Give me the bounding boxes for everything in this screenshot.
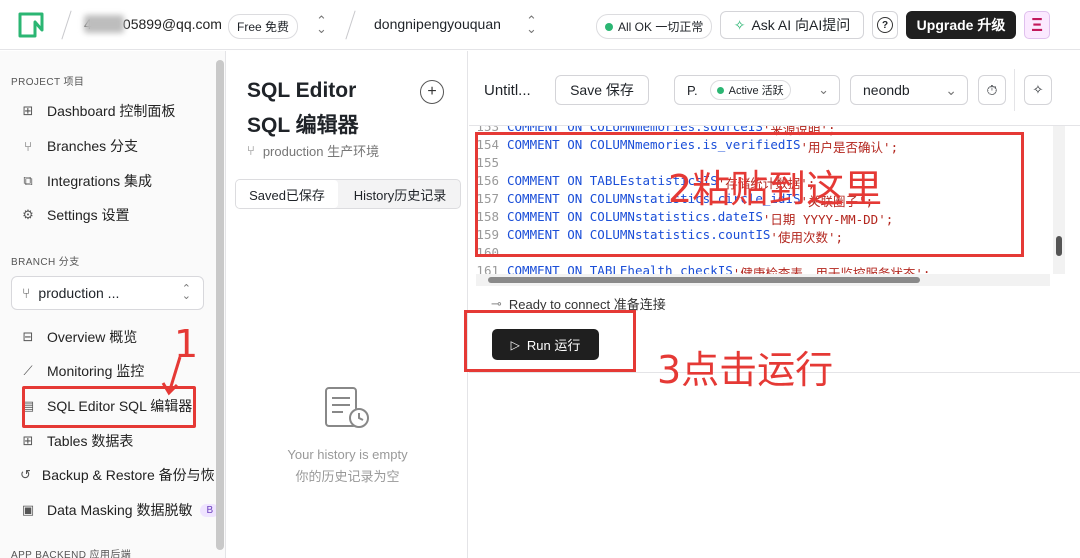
sidebar-item-overview[interactable]: ⊟ Overview 概览 [20, 324, 138, 350]
compute-status-badge: Active 活跃 [709, 80, 791, 100]
sidebar-scrollbar[interactable] [216, 60, 224, 550]
compute-status-label: Active 活跃 [728, 85, 784, 97]
sidebar-item-label: Branches 分支 [47, 138, 139, 154]
integrations-icon: ⧉ [23, 173, 33, 188]
database-select[interactable]: neondb ⌄ [850, 75, 968, 105]
user-avatar[interactable]: Ξ [1024, 11, 1050, 39]
code-keyword: IS [717, 263, 733, 274]
project-switch-icon[interactable]: ⌃ ⌄ [526, 14, 537, 35]
status-badge[interactable]: All OK 一切正常 [596, 14, 713, 39]
breadcrumb-divider [61, 10, 72, 40]
ask-ai-button[interactable]: ✧ Ask AI 向AI提问 [720, 11, 864, 39]
branch-icon: ⑂ [247, 143, 255, 158]
ai-assist-button[interactable]: ✧ [1024, 75, 1052, 105]
sidebar-item-dashboard[interactable]: ⊞ Dashboard 控制面板 [20, 98, 176, 124]
sidebar-item-tables[interactable]: ⊞ Tables 数据表 [20, 428, 134, 454]
history-empty-zh: 你的历史记录为空 [295, 469, 400, 484]
tab-saved[interactable]: Saved已保存 [236, 180, 338, 208]
branch-select[interactable]: ⑂ production ... ⌃ ⌄ [11, 276, 204, 310]
sidebar-item-data-masking[interactable]: ▣ Data Masking 数据脱敏 B [20, 497, 220, 523]
tab-history[interactable]: History历史记录 [339, 180, 461, 208]
backend-section-title: APP BACKEND 应用后端 [11, 550, 132, 558]
chevron-down-icon: ⌄ [818, 82, 829, 97]
table-icon: ⊞ [22, 433, 34, 448]
history-empty-en: Your history is empty [287, 447, 408, 462]
backup-icon: ↺ [20, 467, 31, 482]
sidebar-item-label: Dashboard 控制面板 [47, 103, 176, 119]
sidebar-item-label: Tables 数据表 [47, 433, 134, 449]
upgrade-button[interactable]: Upgrade 升级 [906, 11, 1016, 39]
code-identifier: health_check [627, 263, 718, 274]
scrollbar-thumb[interactable] [1056, 236, 1062, 256]
chevron-updown-icon: ⌃ ⌄ [181, 283, 191, 302]
timer-button[interactable]: ⏱ [978, 75, 1006, 105]
sidebar-item-label: Data Masking 数据脱敏 [47, 502, 193, 518]
status-dot-icon [605, 22, 613, 31]
branch-short: P. [687, 82, 698, 98]
help-icon: ? [877, 17, 893, 33]
help-button[interactable]: ? [872, 11, 898, 39]
annotation-step2: 2粘贴到这里 [668, 167, 883, 211]
annotation-box-run [464, 310, 636, 372]
page-title-zh: SQL 编辑器 [247, 114, 359, 137]
plan-badge: Free 免费 [228, 14, 299, 39]
project-section-title: PROJECT 项目 [11, 77, 85, 88]
code-line: 161 COMMENT ON TABLE health_check IS '健康检… [469, 263, 930, 274]
sparkle-icon: ✧ [1032, 82, 1044, 97]
plus-icon: + [427, 83, 437, 100]
chevron-down-icon: ⌄ [945, 81, 957, 98]
sidebar-item-branches[interactable]: ⑂ Branches 分支 [20, 133, 138, 159]
sidebar-item-label: Monitoring 监控 [47, 363, 145, 379]
branch-select-value: production ... [38, 285, 120, 301]
code-string: '健康检查表，用于监控服务状态'; [732, 266, 931, 274]
branch-icon: ⑂ [24, 138, 32, 154]
sidebar-item-label: Integrations 集成 [47, 173, 153, 189]
sidebar-item-settings[interactable]: ⚙ Settings 设置 [20, 202, 129, 228]
database-name: neondb [863, 82, 910, 98]
page-title: SQL Editor [247, 79, 357, 102]
branch-icon: ⑂ [22, 285, 31, 301]
sidebar-item-backup[interactable]: ↺ Backup & Restore 备份与恢 [20, 462, 214, 488]
sidebar: PROJECT 项目 ⊞ Dashboard 控制面板 ⑂ Branches 分支 … [0, 51, 226, 558]
branch-label: ⑂ production 生产环境 [247, 141, 379, 160]
dashboard-icon: ⊞ [22, 103, 34, 118]
branch-name: production 生产环境 [262, 144, 380, 159]
annotation-step3: 3点击运行 [657, 348, 834, 392]
branch-compute-select[interactable]: P. Active 活跃 ⌄ [674, 75, 840, 105]
sparkle-icon: ✧ [733, 16, 746, 33]
stopwatch-icon: ⏱ [986, 81, 998, 98]
saved-history-tabs: Saved已保存 History历史记录 [235, 179, 461, 209]
scrollbar-thumb[interactable] [488, 277, 920, 283]
sidebar-item-monitoring[interactable]: ⟋ Monitoring 监控 [20, 358, 144, 384]
status-label: All OK 一切正常 [618, 20, 704, 34]
query-tab-title[interactable]: Untitl... [484, 82, 531, 99]
sql-editor-panel: SQL Editor SQL 编辑器 + ⑂ production 生产环境 S… [227, 51, 468, 558]
chart-icon: ⟋ [23, 363, 33, 378]
sidebar-item-label: Overview 概览 [47, 329, 138, 345]
annotation-arrow-icon [161, 356, 182, 396]
code-vertical-scrollbar[interactable] [1053, 126, 1065, 274]
account-switch-icon[interactable]: ⌃ ⌄ [316, 14, 327, 35]
sidebar-item-integrations[interactable]: ⧉ Integrations 集成 [20, 168, 152, 194]
add-query-button[interactable]: + [420, 80, 444, 104]
sidebar-item-label: Settings 设置 [47, 207, 130, 223]
sidebar-item-label: Backup & Restore 备份与恢 [41, 467, 214, 483]
code-horizontal-scrollbar[interactable] [476, 274, 1050, 286]
overview-icon: ⊟ [22, 329, 34, 344]
save-button[interactable]: Save 保存 [555, 75, 649, 105]
code-keyword: COMMENT ON TABLE [507, 263, 628, 274]
gear-icon: ⚙ [22, 207, 34, 222]
ask-ai-label: Ask AI 向AI提问 [751, 17, 851, 33]
masking-icon: ▣ [21, 502, 35, 517]
line-number: 161 [476, 263, 499, 274]
toolbar-divider [1014, 69, 1015, 111]
neon-logo-icon[interactable] [18, 12, 44, 38]
breadcrumb-divider [345, 10, 356, 40]
status-dot-icon [716, 86, 724, 94]
branch-section-title: BRANCH 分支 [11, 257, 80, 268]
project-name[interactable]: dongnipengyouquan [374, 16, 501, 32]
top-bar: 4 05899@qq.com Free 免费 ⌃ ⌄ dongnipengyouq… [0, 0, 1080, 50]
history-document-icon [325, 387, 369, 428]
email-redaction [84, 15, 124, 33]
